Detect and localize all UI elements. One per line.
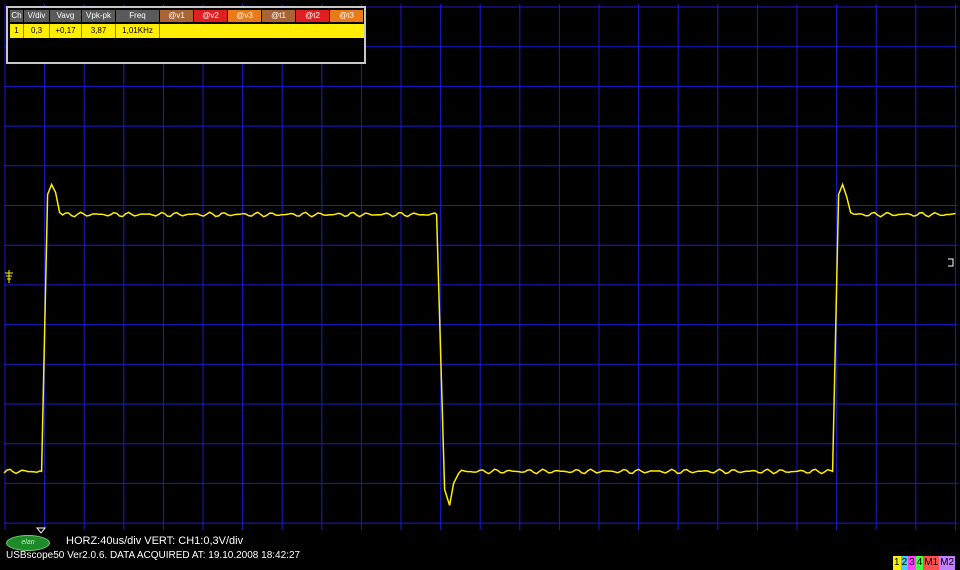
legend-channel-2[interactable]: 2 xyxy=(900,556,909,570)
header-vdiv: V/div xyxy=(24,10,50,22)
header-freq: Freq xyxy=(116,10,160,22)
cell-vdiv: 0,3 xyxy=(24,24,50,38)
cell-vavg: +0,17 xyxy=(50,24,82,38)
header-ch: Ch xyxy=(10,10,24,22)
header-vpkpk: Vpk-pk xyxy=(82,10,116,22)
measurement-data-row[interactable]: 1 0,3 +0,17 3,87 1,01KHz xyxy=(10,24,364,38)
cell-ch: 1 xyxy=(10,24,24,38)
header-cursor-v3[interactable]: @v3 xyxy=(228,10,262,22)
channel-legend[interactable]: 1 2 3 4 M1 M2 xyxy=(893,556,956,570)
cell-vpkpk: 3,87 xyxy=(82,24,116,38)
acquisition-status-line: USBscope50 Ver2.0.6. DATA ACQUIRED AT: 1… xyxy=(6,550,301,561)
scope-screen xyxy=(0,0,960,570)
header-cursor-v2[interactable]: @v2 xyxy=(194,10,228,22)
scale-status-line: HORZ:40us/div VERT: CH1:0,3V/div xyxy=(66,535,244,547)
legend-channel-3[interactable]: 3 xyxy=(908,556,916,570)
legend-channel-1[interactable]: 1 xyxy=(893,556,901,570)
header-cursor-v1[interactable]: @v1 xyxy=(160,10,194,22)
brand-logo: elan xyxy=(6,535,50,551)
cell-cursor-readouts xyxy=(160,24,364,38)
header-cursor-t2[interactable]: @t2 xyxy=(296,10,330,22)
legend-channel-4[interactable]: 4 xyxy=(915,556,924,570)
legend-channel-m1[interactable]: M1 xyxy=(923,556,940,570)
measurement-header-row: Ch V/div Vavg Vpk-pk Freq @v1 @v2 @v3 @t1 @t2 @t3 xyxy=(10,10,364,22)
header-cursor-t3[interactable]: @t3 xyxy=(330,10,364,22)
measurement-panel: Ch V/div Vavg Vpk-pk Freq @v1 @v2 @v3 @t1 @t2 @t3 … xyxy=(6,6,366,64)
header-vavg: Vavg xyxy=(50,10,82,22)
cell-freq: 1,01KHz xyxy=(116,24,160,38)
header-cursor-t1[interactable]: @t1 xyxy=(262,10,296,22)
legend-channel-m2[interactable]: M2 xyxy=(939,556,956,570)
